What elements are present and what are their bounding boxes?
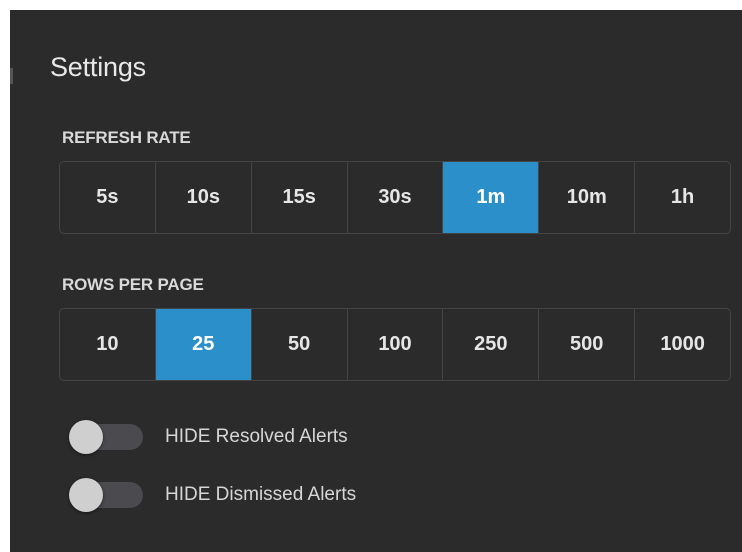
refresh-rate-option[interactable]: 30s [348,162,444,233]
settings-panel: Settings REFRESH RATE 5s 10s 15s 30s 1m … [10,10,742,552]
hide-resolved-row: HIDE Resolved Alerts [69,419,348,455]
hide-dismissed-row: HIDE Dismissed Alerts [69,477,356,513]
refresh-rate-option[interactable]: 1h [635,162,730,233]
toggle-knob [69,420,103,454]
panel-edge-marker [10,68,13,84]
rows-per-page-option[interactable]: 10 [60,309,156,380]
hide-dismissed-label: HIDE Dismissed Alerts [165,484,357,505]
rows-per-page-label: ROWS PER PAGE [62,275,204,294]
refresh-rate-label: REFRESH RATE [62,128,191,147]
rows-per-page-option[interactable]: 500 [539,309,636,380]
refresh-rate-option[interactable]: 15s [252,162,348,233]
hide-resolved-toggle[interactable] [69,420,143,454]
rows-per-page-option[interactable]: 250 [443,309,540,380]
refresh-rate-selector: 5s 10s 15s 30s 1m 10m 1h [59,161,731,234]
refresh-rate-option[interactable]: 10s [156,162,252,233]
rows-per-page-option[interactable]: 50 [252,309,348,380]
refresh-rate-option[interactable]: 1m [443,162,540,233]
hide-resolved-label: HIDE Resolved Alerts [165,426,348,447]
rows-per-page-option[interactable]: 1000 [635,309,730,380]
rows-per-page-option[interactable]: 100 [348,309,444,380]
rows-per-page-selector: 10 25 50 100 250 500 1000 [59,308,731,381]
refresh-rate-option[interactable]: 5s [60,162,156,233]
hide-dismissed-toggle[interactable] [69,478,143,512]
toggle-knob [69,478,103,512]
rows-per-page-option[interactable]: 25 [155,309,252,380]
refresh-rate-option[interactable]: 10m [539,162,636,233]
settings-title: Settings [50,52,146,82]
